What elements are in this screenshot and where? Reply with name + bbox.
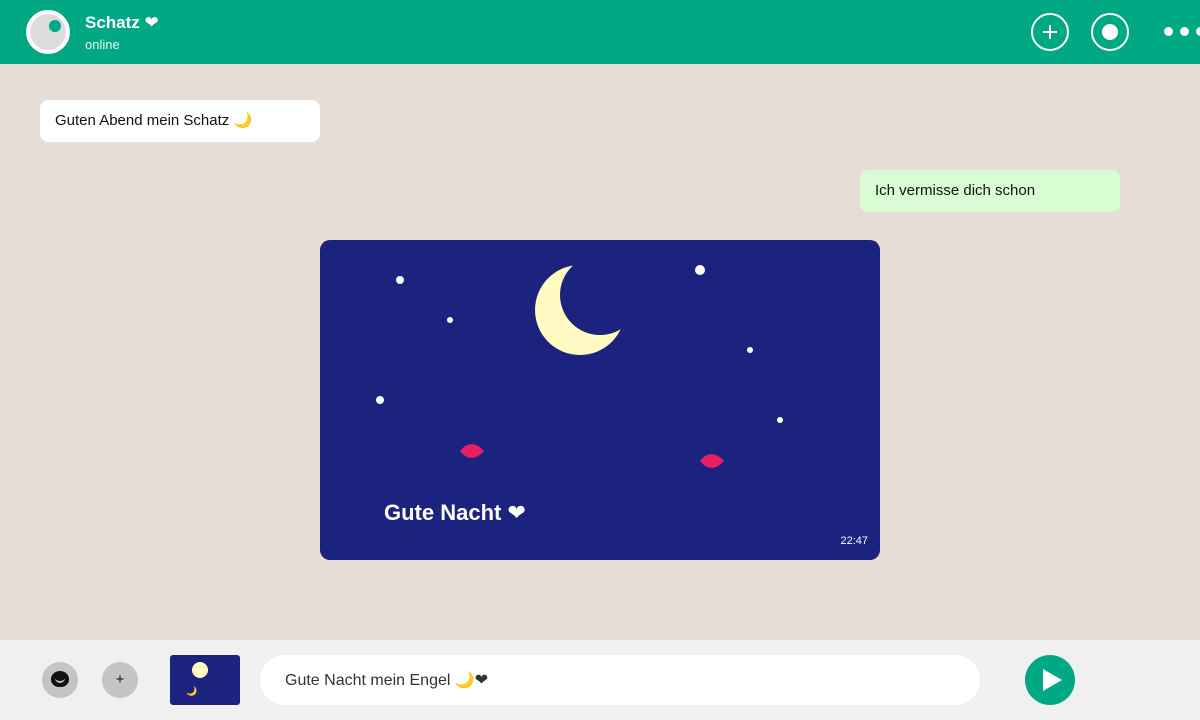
thumbnail-label: 🌙 — [186, 686, 198, 696]
more-dot — [1196, 27, 1200, 36]
more-dot — [1164, 27, 1173, 36]
contact-avatar[interactable] — [26, 10, 70, 54]
attach-button[interactable]: + — [102, 662, 138, 698]
more-dot — [1180, 27, 1189, 36]
more-icon[interactable] — [1164, 27, 1200, 37]
emoji-face — [51, 671, 69, 687]
star-icon — [396, 276, 404, 284]
online-indicator-icon — [49, 20, 61, 32]
chat-app: Schatz ❤ online Guten Abend mein Schatz … — [0, 0, 1200, 720]
contact-status: online — [85, 37, 120, 52]
star-icon — [747, 347, 753, 353]
composer-bar: + 🌙 — [0, 640, 1200, 720]
kiss-icon — [700, 454, 724, 468]
image-caption: Gute Nacht ❤ — [384, 500, 526, 525]
send-icon[interactable] — [1025, 655, 1075, 705]
outgoing-message[interactable]: Ich vermisse dich schon — [860, 170, 1120, 212]
image-message[interactable]: Gute Nacht ❤ 22:47 — [320, 240, 880, 560]
star-icon — [777, 417, 783, 423]
star-icon — [376, 396, 384, 404]
kiss-icon — [460, 444, 484, 458]
moon-icon — [192, 662, 208, 678]
star-icon — [447, 317, 453, 323]
status-icon[interactable] — [1091, 13, 1129, 51]
message-timestamp: 22:47 — [840, 535, 868, 547]
emoji-icon[interactable] — [42, 662, 78, 698]
avatar-image — [30, 14, 66, 50]
message-input[interactable] — [260, 655, 980, 705]
contact-name[interactable]: Schatz ❤ — [85, 13, 159, 33]
chat-header: Schatz ❤ online — [0, 0, 1200, 64]
moon-icon — [535, 265, 625, 355]
attachment-thumbnail[interactable]: 🌙 — [170, 655, 240, 705]
star-icon — [695, 265, 705, 275]
incoming-message[interactable]: Guten Abend mein Schatz 🌙 — [40, 100, 320, 142]
plus-icon[interactable] — [1031, 13, 1069, 51]
